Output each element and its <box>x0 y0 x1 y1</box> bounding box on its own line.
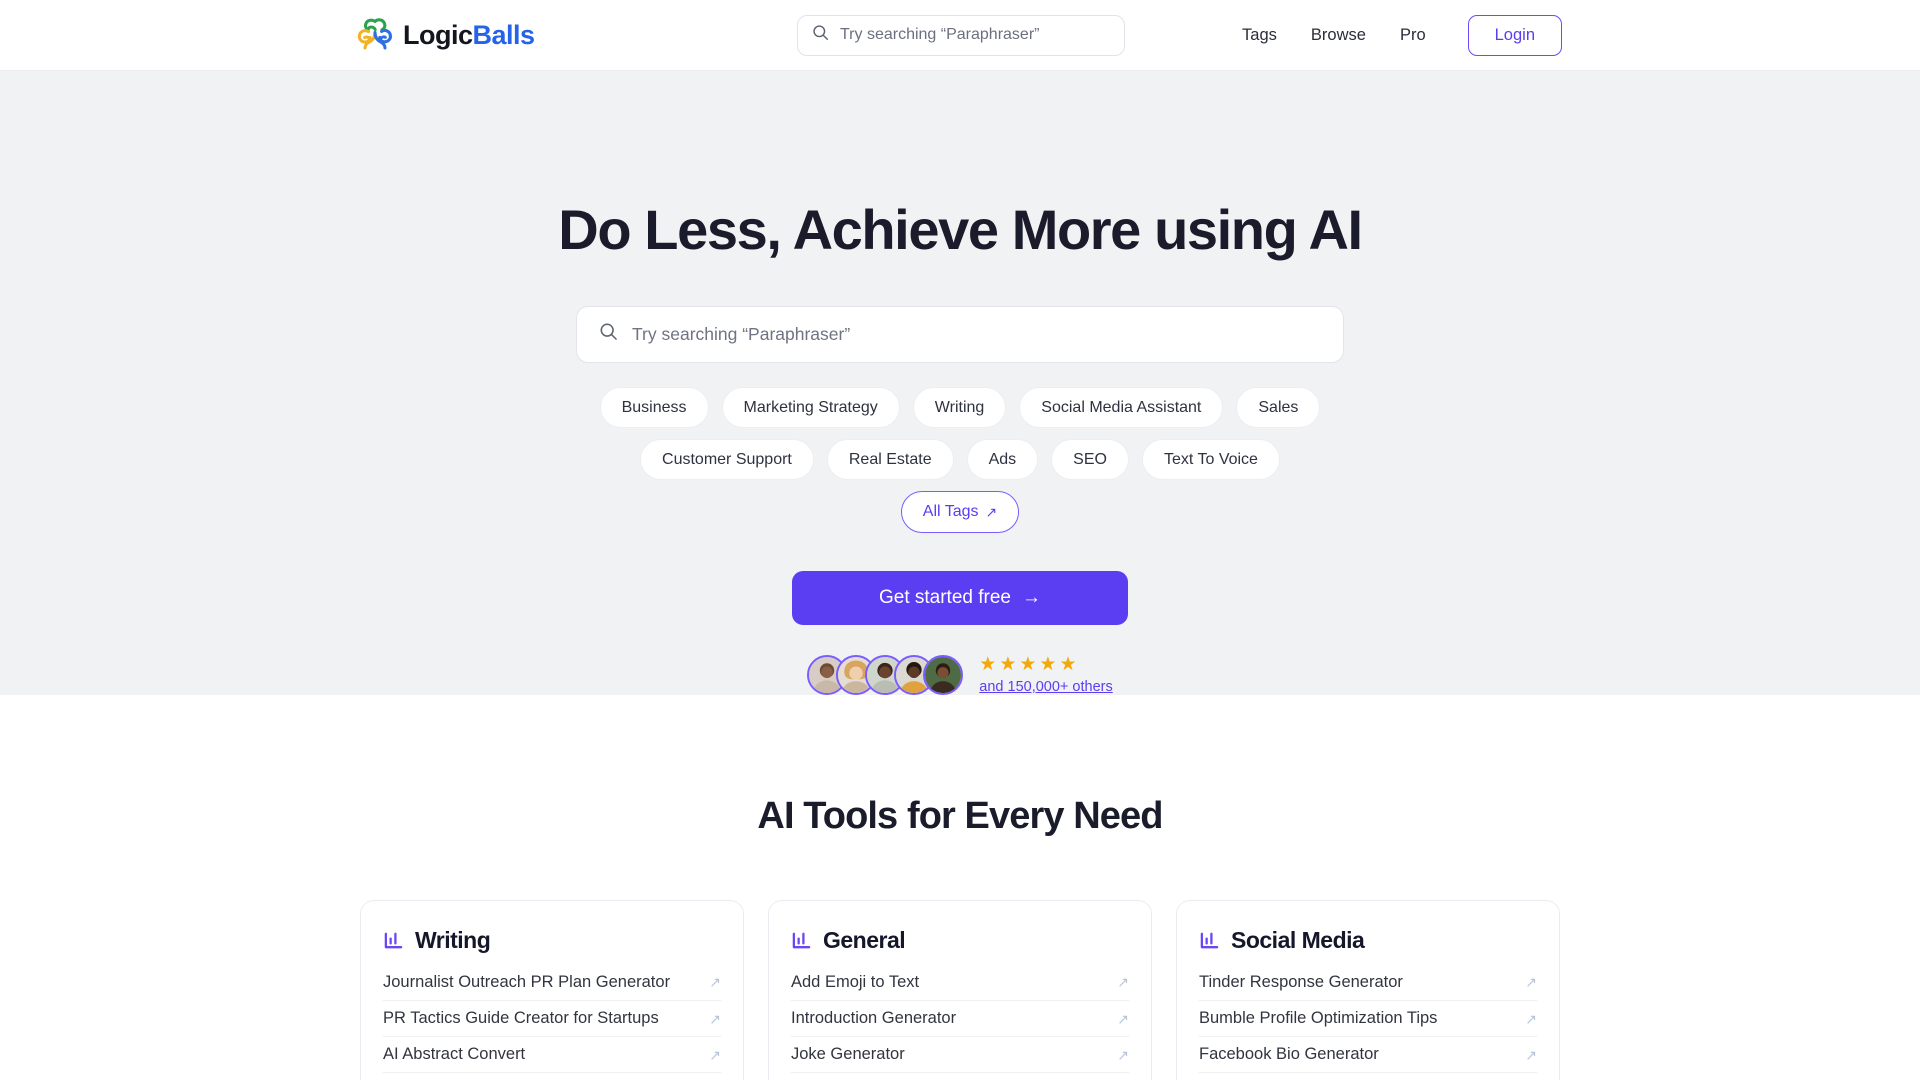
hero-search-box[interactable] <box>576 305 1344 363</box>
tag-pill-writing[interactable]: Writing <box>912 387 1007 429</box>
rating-block: ★ ★ ★ ★ ★ and 150,000+ others <box>979 655 1112 695</box>
card-header: Social Media <box>1199 927 1537 964</box>
star-rating: ★ ★ ★ ★ ★ <box>979 655 1112 674</box>
tool-name: AI Abstract Convert <box>383 1045 526 1063</box>
tag-pill-business[interactable]: Business <box>599 387 709 429</box>
tool-name: Joke Generator <box>791 1045 905 1063</box>
card-bottom-divider <box>1199 1072 1537 1080</box>
search-icon <box>599 322 618 346</box>
star-icon: ★ <box>1059 654 1077 675</box>
bar-chart-icon <box>1199 930 1220 951</box>
bar-chart-icon <box>383 930 404 951</box>
login-button[interactable]: Login <box>1467 14 1562 56</box>
card-title: Social Media <box>1231 927 1365 953</box>
hero-tag-pills: Business Marketing Strategy Writing Soci… <box>590 387 1330 533</box>
nav-item-pro[interactable]: Pro <box>1400 26 1426 45</box>
search-icon <box>812 24 829 46</box>
arrow-up-right-icon: ↗ <box>709 1046 721 1063</box>
star-icon: ★ <box>979 654 997 675</box>
tool-list-item[interactable]: Joke Generator ↗ <box>791 1036 1129 1072</box>
star-icon: ★ <box>1019 654 1037 675</box>
arrow-up-right-icon: ↗ <box>985 503 998 520</box>
hero-title: Do Less, Achieve More using AI <box>558 198 1363 261</box>
get-started-free-button[interactable]: Get started free → <box>792 570 1128 625</box>
arrow-up-right-icon: ↗ <box>1525 974 1537 990</box>
header-nav: Tags Browse Pro Login <box>1242 14 1562 56</box>
bar-chart-icon <box>791 930 812 951</box>
nav-item-browse[interactable]: Browse <box>1311 26 1366 45</box>
brand-wordmark: LogicBalls <box>403 19 536 50</box>
logicballs-brain-logo-icon <box>356 18 394 52</box>
tool-list-item[interactable]: Tinder Response Generator ↗ <box>1199 964 1537 1000</box>
arrow-right-icon: → <box>1022 586 1041 608</box>
card-header: Writing <box>383 927 721 964</box>
tool-list-item[interactable]: Journalist Outreach PR Plan Generator ↗ <box>383 964 721 1000</box>
tag-pill-real-estate[interactable]: Real Estate <box>826 439 954 481</box>
tool-category-cards: Writing Journalist Outreach PR Plan Gene… <box>360 900 1560 1080</box>
tag-pill-social-media-assistant[interactable]: Social Media Assistant <box>1019 387 1224 429</box>
arrow-up-right-icon: ↗ <box>1117 974 1129 990</box>
tool-card-writing: Writing Journalist Outreach PR Plan Gene… <box>360 900 744 1080</box>
avatar <box>923 655 964 695</box>
tag-pill-customer-support[interactable]: Customer Support <box>640 439 814 481</box>
card-title: Writing <box>415 927 491 953</box>
star-icon: ★ <box>1039 654 1057 675</box>
tag-pill-sales[interactable]: Sales <box>1236 387 1321 429</box>
header-search-box[interactable] <box>797 14 1125 56</box>
tool-name: Journalist Outreach PR Plan Generator <box>383 972 671 991</box>
tag-pill-text-to-voice[interactable]: Text To Voice <box>1141 439 1280 481</box>
tool-card-social-media: Social Media Tinder Response Generator ↗… <box>1176 900 1560 1080</box>
tool-card-general: General Add Emoji to Text ↗ Introduction… <box>768 900 1152 1080</box>
arrow-up-right-icon: ↗ <box>1117 1046 1129 1063</box>
header-search-input[interactable] <box>840 26 1110 44</box>
arrow-up-right-icon: ↗ <box>709 974 721 990</box>
arrow-up-right-icon: ↗ <box>1525 1010 1537 1027</box>
tag-pill-seo[interactable]: SEO <box>1051 439 1129 481</box>
arrow-up-right-icon: ↗ <box>1525 1046 1537 1063</box>
nav-item-tags[interactable]: Tags <box>1242 26 1277 45</box>
arrow-up-right-icon: ↗ <box>1117 1010 1129 1027</box>
star-icon: ★ <box>999 654 1017 675</box>
card-title: General <box>823 927 906 953</box>
tool-name: PR Tactics Guide Creator for Startups <box>383 1009 659 1027</box>
hero-search-input[interactable] <box>632 323 1321 345</box>
others-count-link[interactable]: and 150,000+ others <box>979 679 1112 695</box>
tool-name: Add Emoji to Text <box>791 972 920 991</box>
tool-list-item[interactable]: AI Abstract Convert ↗ <box>383 1036 721 1072</box>
tools-section-title: AI Tools for Every Need <box>757 795 1163 837</box>
arrow-up-right-icon: ↗ <box>709 1010 721 1027</box>
tool-name: Tinder Response Generator <box>1199 972 1403 991</box>
brand-text-primary: Logic <box>403 19 473 50</box>
card-bottom-divider <box>791 1072 1129 1080</box>
tool-name: Facebook Bio Generator <box>1199 1045 1379 1063</box>
site-header: LogicBalls Tags Browse Pro Login <box>0 0 1920 71</box>
tool-list-item[interactable]: Introduction Generator ↗ <box>791 1000 1129 1036</box>
tag-pill-ads[interactable]: Ads <box>966 439 1039 481</box>
card-bottom-divider <box>383 1072 721 1080</box>
tag-pill-all-tags[interactable]: All Tags ↗ <box>900 491 1020 533</box>
tool-list-item[interactable]: Bumble Profile Optimization Tips ↗ <box>1199 1000 1537 1036</box>
tools-section: AI Tools for Every Need Writing Journali… <box>0 695 1920 1080</box>
all-tags-label: All Tags <box>922 503 979 521</box>
tool-list-item[interactable]: PR Tactics Guide Creator for Startups ↗ <box>383 1000 721 1036</box>
brand-text-accent: Balls <box>472 19 536 50</box>
tool-name: Introduction Generator <box>791 1009 957 1027</box>
tag-pill-marketing-strategy[interactable]: Marketing Strategy <box>721 387 900 429</box>
avatar-group <box>807 655 964 695</box>
card-header: General <box>791 927 1129 964</box>
cta-label: Get started free <box>878 586 1011 608</box>
tool-name: Bumble Profile Optimization Tips <box>1199 1009 1438 1027</box>
hero-section: Do Less, Achieve More using AI Business … <box>0 71 1920 695</box>
tool-list-item[interactable]: Add Emoji to Text ↗ <box>791 964 1129 1000</box>
social-proof: ★ ★ ★ ★ ★ and 150,000+ others <box>807 655 1113 695</box>
brand-logo[interactable]: LogicBalls <box>356 18 535 52</box>
tool-list-item[interactable]: Facebook Bio Generator ↗ <box>1199 1036 1537 1072</box>
